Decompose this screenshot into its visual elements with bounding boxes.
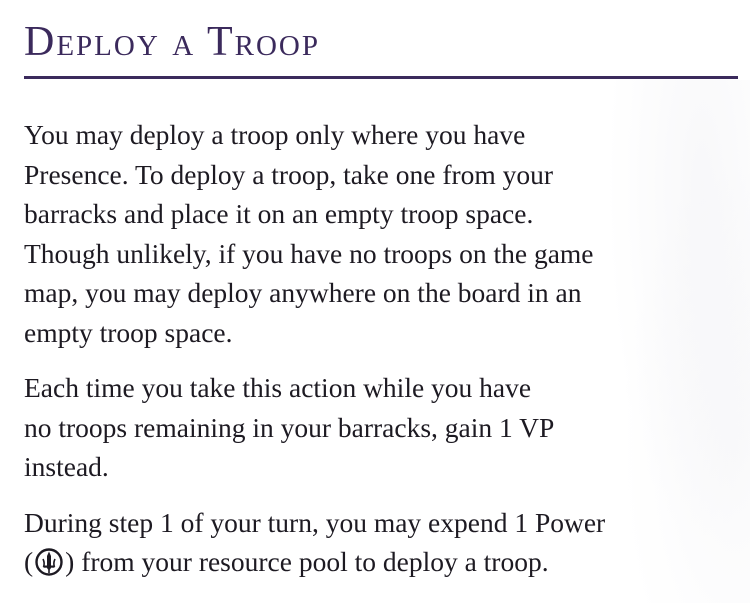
rule-paragraph-presence: You may deploy a troop only where you ha… xyxy=(24,115,738,352)
rule-paragraph-power: During step 1 of your turn, you may expe… xyxy=(24,503,738,582)
text-line: map, you may deploy anywhere on the boar… xyxy=(24,277,582,308)
text-line: empty troop space. xyxy=(24,316,233,348)
text-line: no troops remaining in your barracks, ga… xyxy=(24,411,555,443)
text-line: During step 1 of your turn, you may expe… xyxy=(24,506,606,538)
text-fragment: ( xyxy=(24,546,34,577)
text-line: barracks and place it on an empty troop … xyxy=(24,198,534,229)
section-title: Deploy a Troop xyxy=(24,19,320,65)
text-line: Each time you take this action while you… xyxy=(24,372,532,403)
rules-section: Deploy a Troop You may deploy a troop on… xyxy=(24,0,738,598)
text-line: Though unlikely, if you have no troops o… xyxy=(24,237,594,269)
text-line: instead. xyxy=(24,451,109,482)
rule-paragraph-empty-barracks: Each time you take this action while you… xyxy=(24,368,738,487)
power-sword-icon xyxy=(34,547,64,577)
text-fragment: ) from your resource pool to deploy a tr… xyxy=(65,546,549,577)
title-divider xyxy=(24,76,738,79)
rules-body: You may deploy a troop only where you ha… xyxy=(24,115,738,582)
text-line: You may deploy a troop only where you ha… xyxy=(24,119,526,150)
text-line: Presence. To deploy a troop, take one fr… xyxy=(24,158,554,190)
